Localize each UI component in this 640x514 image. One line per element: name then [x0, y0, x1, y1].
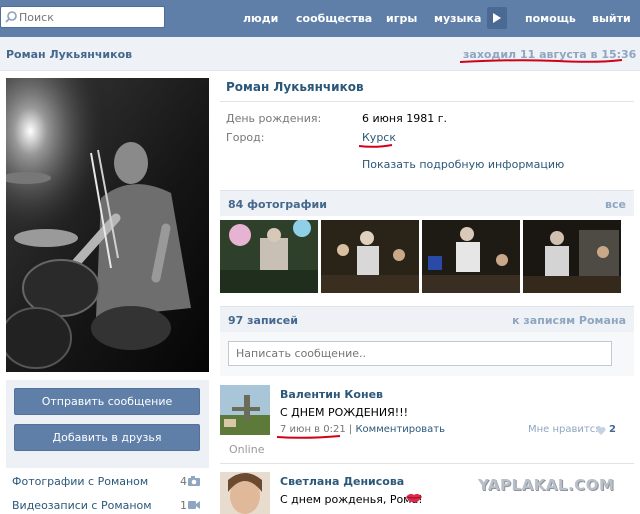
photos-with-link[interactable]: Фотографии с Романом [12, 475, 148, 488]
drummer-photo-image [6, 78, 209, 372]
photos-count-title[interactable]: 84 фотографии [228, 198, 327, 211]
divider [220, 463, 634, 464]
photos-all-link[interactable]: все [605, 198, 626, 211]
party-photo-image [321, 220, 419, 293]
post-author-name[interactable]: Светлана Денисова [280, 475, 404, 488]
party-photo-image [220, 220, 318, 293]
red-underline-annotation [276, 435, 341, 439]
top-navigation-bar: люди сообщества игры музыка помощь выйти [0, 0, 640, 37]
photos-section-header[interactable]: 84 фотографии все [220, 190, 634, 216]
online-status: Online [229, 443, 265, 456]
profile-name: Роман Лукьянчиков [226, 80, 364, 94]
comment-link[interactable]: Комментировать [355, 424, 445, 435]
birthday-label: День рождения: [226, 112, 322, 125]
nav-logout[interactable]: выйти [592, 0, 631, 37]
party-photo-image [523, 220, 621, 293]
nav-people[interactable]: люди [243, 0, 278, 37]
to-romans-posts-link[interactable]: к записям Романа [512, 314, 626, 327]
divider [220, 101, 634, 102]
profile-photo[interactable] [6, 78, 209, 372]
post-author-name[interactable]: Валентин Конев [280, 388, 383, 401]
watermark-logo: YAPLAKAL.COM [478, 476, 615, 494]
photo-thumbnail[interactable] [220, 220, 318, 293]
play-icon [493, 13, 501, 23]
post-author-avatar[interactable] [220, 385, 270, 435]
profile-actions: Отправить сообщение Добавить в друзья [6, 380, 209, 468]
search-input[interactable] [19, 9, 159, 25]
kiss-lips-icon [406, 493, 422, 503]
post-author-avatar[interactable] [220, 472, 270, 514]
videos-with-link[interactable]: Видеозаписи с Романом [12, 499, 152, 512]
show-more-info-link[interactable]: Показать подробную информацию [362, 158, 564, 171]
party-photo-image [422, 220, 520, 293]
camera-icon [188, 476, 200, 486]
music-play-button[interactable] [487, 7, 507, 29]
nav-communities[interactable]: сообщества [296, 0, 372, 37]
photo-thumbnail[interactable] [321, 220, 419, 293]
photo-thumbnail[interactable] [523, 220, 621, 293]
wall-post-input[interactable] [228, 341, 612, 366]
search-icon [5, 11, 17, 23]
photo-thumbnail[interactable] [422, 220, 520, 293]
nav-help[interactable]: помощь [525, 0, 576, 37]
like-count: 2 [609, 424, 616, 435]
add-friend-button[interactable]: Добавить в друзья [14, 424, 200, 451]
like-label[interactable]: Мне нравится [528, 424, 601, 435]
search-box[interactable] [0, 6, 165, 28]
red-underline-annotation [358, 144, 393, 148]
birthday-value[interactable]: 6 июня 1981 г. [362, 112, 447, 125]
red-underline-annotation [459, 59, 623, 63]
avatar-image [220, 472, 270, 514]
send-message-button[interactable]: Отправить сообщение [14, 388, 200, 415]
video-icon [188, 501, 200, 509]
avatar-image [220, 385, 270, 435]
heart-icon[interactable] [596, 426, 606, 435]
wall-posts-count: 97 записей [228, 314, 298, 327]
nav-games[interactable]: игры [386, 0, 417, 37]
profile-header-name: Роман Лукьянчиков [6, 48, 133, 61]
meta-separator: | [348, 424, 353, 435]
nav-music[interactable]: музыка [434, 0, 481, 37]
photos-with-count: 4 [180, 475, 187, 488]
city-label: Город: [226, 131, 265, 144]
post-text: С ДНЕМ РОЖДЕНИЯ!!! [280, 406, 409, 419]
post-text: С днем рожденья, Рома! [280, 493, 423, 506]
videos-with-count: 1 [180, 499, 187, 512]
wall-section-header: 97 записей к записям Романа [220, 306, 634, 332]
